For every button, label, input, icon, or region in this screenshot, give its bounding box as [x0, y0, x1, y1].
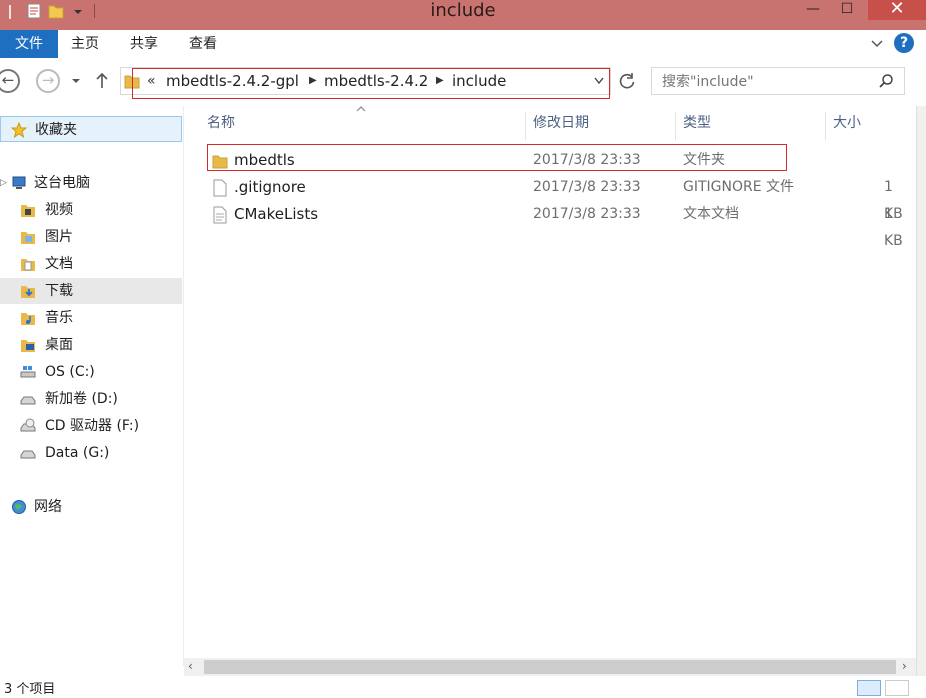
sidebar-item-label: 音乐	[45, 310, 73, 326]
sidebar-item-label: Data (G:)	[45, 445, 110, 461]
column-divider[interactable]	[675, 112, 676, 140]
documents-folder-icon	[21, 259, 35, 271]
column-divider[interactable]	[525, 112, 526, 140]
sidebar-item-label: 视频	[45, 202, 73, 218]
sidebar-item-label: 文档	[45, 256, 73, 272]
search-box[interactable]	[651, 67, 905, 95]
file-type: 文本文档	[683, 206, 739, 222]
system-menu-icon[interactable]	[6, 2, 22, 20]
sidebar-item-drive-d[interactable]: 新加卷 (D:)	[0, 386, 182, 412]
column-header-type[interactable]: 类型	[683, 112, 711, 134]
help-button[interactable]: ?	[894, 33, 914, 53]
column-divider[interactable]	[825, 112, 826, 140]
downloads-folder-icon	[21, 286, 35, 298]
sidebar-item-pictures[interactable]: 图片	[0, 224, 182, 250]
column-header-name[interactable]: 名称	[207, 112, 235, 134]
scroll-right-icon[interactable]: ›	[902, 659, 907, 673]
star-icon	[11, 122, 27, 138]
file-date: 2017/3/8 23:33	[533, 179, 641, 195]
navigation-pane: 收藏夹 ▷ 这台电脑 视频 图片 文档 下载 音乐 桌面 OS (C:) 新加卷	[0, 106, 184, 666]
file-type: GITIGNORE 文件	[683, 179, 795, 195]
sidebar-item-label: 这台电脑	[34, 175, 90, 191]
file-name: .gitignore	[234, 178, 306, 196]
computer-icon	[12, 176, 26, 189]
minimize-button[interactable]: —	[796, 0, 830, 20]
search-input[interactable]	[660, 70, 874, 94]
file-size: 1 KB	[884, 206, 903, 249]
sidebar-item-videos[interactable]: 视频	[0, 197, 182, 223]
system-drive-icon	[20, 366, 36, 378]
recent-locations-icon[interactable]	[70, 76, 82, 86]
file-name: CMakeLists	[234, 205, 319, 223]
arrow-up-icon[interactable]	[94, 72, 110, 90]
close-button[interactable]: ✕	[868, 0, 926, 20]
music-folder-icon	[21, 313, 35, 325]
arrow-left-icon[interactable]: ←	[0, 69, 20, 93]
file-list: 名称 修改日期 类型 大小 mbedtls 2017/3/8 23:33 文件夹…	[184, 106, 916, 658]
quick-access-dropdown-icon[interactable]	[72, 2, 84, 20]
address-highlight-box	[132, 68, 610, 99]
tab-home[interactable]: 主页	[64, 30, 106, 58]
file-date: 2017/3/8 23:33	[533, 206, 641, 222]
refresh-icon[interactable]	[617, 71, 637, 91]
arrow-right-icon[interactable]: →	[36, 69, 60, 93]
new-folder-icon[interactable]	[48, 2, 64, 20]
scroll-left-icon[interactable]: ‹	[188, 659, 193, 673]
tab-file[interactable]: 文件	[0, 30, 58, 58]
pictures-folder-icon	[21, 232, 35, 244]
sidebar-item-label: OS (C:)	[45, 364, 95, 380]
column-header-size[interactable]: 大小	[833, 112, 861, 134]
maximize-button[interactable]: ☐	[830, 0, 864, 20]
sidebar-item-label: 新加卷 (D:)	[45, 391, 118, 407]
row-highlight-box	[207, 144, 787, 171]
item-count: 3 个项目	[4, 682, 56, 697]
properties-icon[interactable]	[26, 2, 42, 20]
sidebar-item-drive-g[interactable]: Data (G:)	[0, 440, 182, 466]
column-header-date[interactable]: 修改日期	[533, 112, 589, 134]
title-divider	[94, 4, 95, 18]
sidebar-item-this-pc[interactable]: ▷ 这台电脑	[0, 170, 182, 196]
expand-ribbon-icon[interactable]	[870, 38, 884, 50]
sidebar-item-label: 网络	[34, 499, 62, 515]
scrollbar-thumb[interactable]	[204, 660, 896, 674]
sidebar-item-documents[interactable]: 文档	[0, 251, 182, 277]
sidebar-item-label: 桌面	[45, 337, 73, 353]
sidebar-item-drive-f[interactable]: CD 驱动器 (F:)	[0, 413, 182, 439]
drive-icon	[20, 396, 36, 405]
search-icon[interactable]	[878, 73, 894, 89]
sort-arrow-icon	[356, 106, 366, 112]
videos-folder-icon	[21, 205, 35, 217]
sidebar-item-downloads[interactable]: 下载	[0, 278, 182, 304]
sidebar-item-desktop[interactable]: 桌面	[0, 332, 182, 358]
sidebar-item-favorites[interactable]: 收藏夹	[0, 116, 182, 142]
cd-drive-icon	[20, 418, 36, 432]
network-icon	[12, 500, 26, 514]
table-row[interactable]: CMakeLists 2017/3/8 23:33 文本文档 1 KB	[184, 201, 916, 249]
sidebar-item-label: 图片	[45, 229, 73, 245]
vertical-scrollbar[interactable]	[916, 106, 926, 676]
text-file-icon	[213, 206, 227, 224]
expand-arrow-icon[interactable]: ▷	[0, 170, 7, 196]
sidebar-item-drive-c[interactable]: OS (C:)	[0, 359, 182, 385]
table-row[interactable]: .gitignore 2017/3/8 23:33 GITIGNORE 文件 1…	[184, 174, 916, 222]
sidebar-item-label: 下载	[45, 283, 73, 299]
tab-share[interactable]: 共享	[123, 30, 165, 58]
desktop-folder-icon	[21, 340, 35, 352]
sidebar-item-label: CD 驱动器 (F:)	[45, 418, 140, 434]
sidebar-item-music[interactable]: 音乐	[0, 305, 182, 331]
tab-view[interactable]: 查看	[182, 30, 224, 58]
horizontal-scrollbar[interactable]: ‹ ›	[184, 658, 916, 676]
drive-icon	[20, 450, 36, 459]
title-bar: include — ☐ ✕	[0, 0, 926, 30]
sidebar-item-network[interactable]: 网络	[0, 494, 182, 520]
ribbon-tabs: 文件 主页 共享 查看 ?	[0, 30, 926, 59]
file-icon	[213, 179, 227, 197]
status-bar: 3 个项目	[0, 676, 926, 697]
window-title: include	[430, 0, 496, 21]
sidebar-item-label: 收藏夹	[35, 122, 77, 138]
